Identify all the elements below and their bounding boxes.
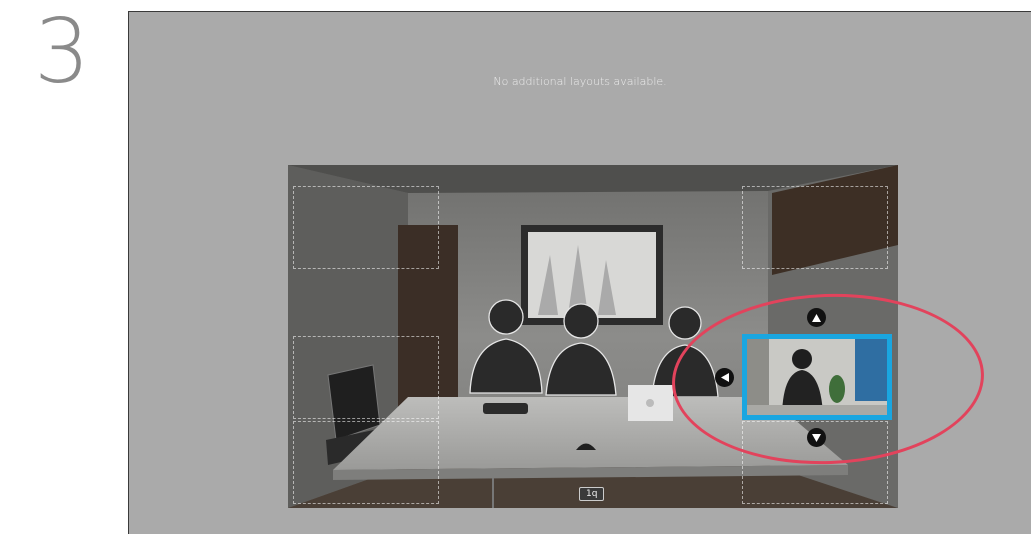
triangle-down-icon (812, 433, 821, 442)
main-video-feed: 1q (288, 165, 898, 508)
move-left-button[interactable] (715, 368, 734, 387)
triangle-left-icon (720, 373, 729, 382)
self-view-pip[interactable] (742, 334, 892, 420)
step-number: 3 (34, 0, 90, 103)
layout-slot-mid-left[interactable] (293, 336, 439, 419)
layouts-notice: No additional layouts available. (493, 75, 667, 88)
move-up-button[interactable] (807, 308, 826, 327)
move-down-button[interactable] (807, 428, 826, 447)
self-view-image (747, 339, 887, 415)
touch-screen: No additional layouts available. 1q (128, 11, 1031, 534)
seat-label: 1q (579, 487, 605, 501)
triangle-up-icon (812, 313, 821, 322)
layout-slot-top-right[interactable] (742, 186, 888, 269)
layout-slot-bottom-left[interactable] (293, 421, 439, 504)
layout-slot-top-left[interactable] (293, 186, 439, 269)
